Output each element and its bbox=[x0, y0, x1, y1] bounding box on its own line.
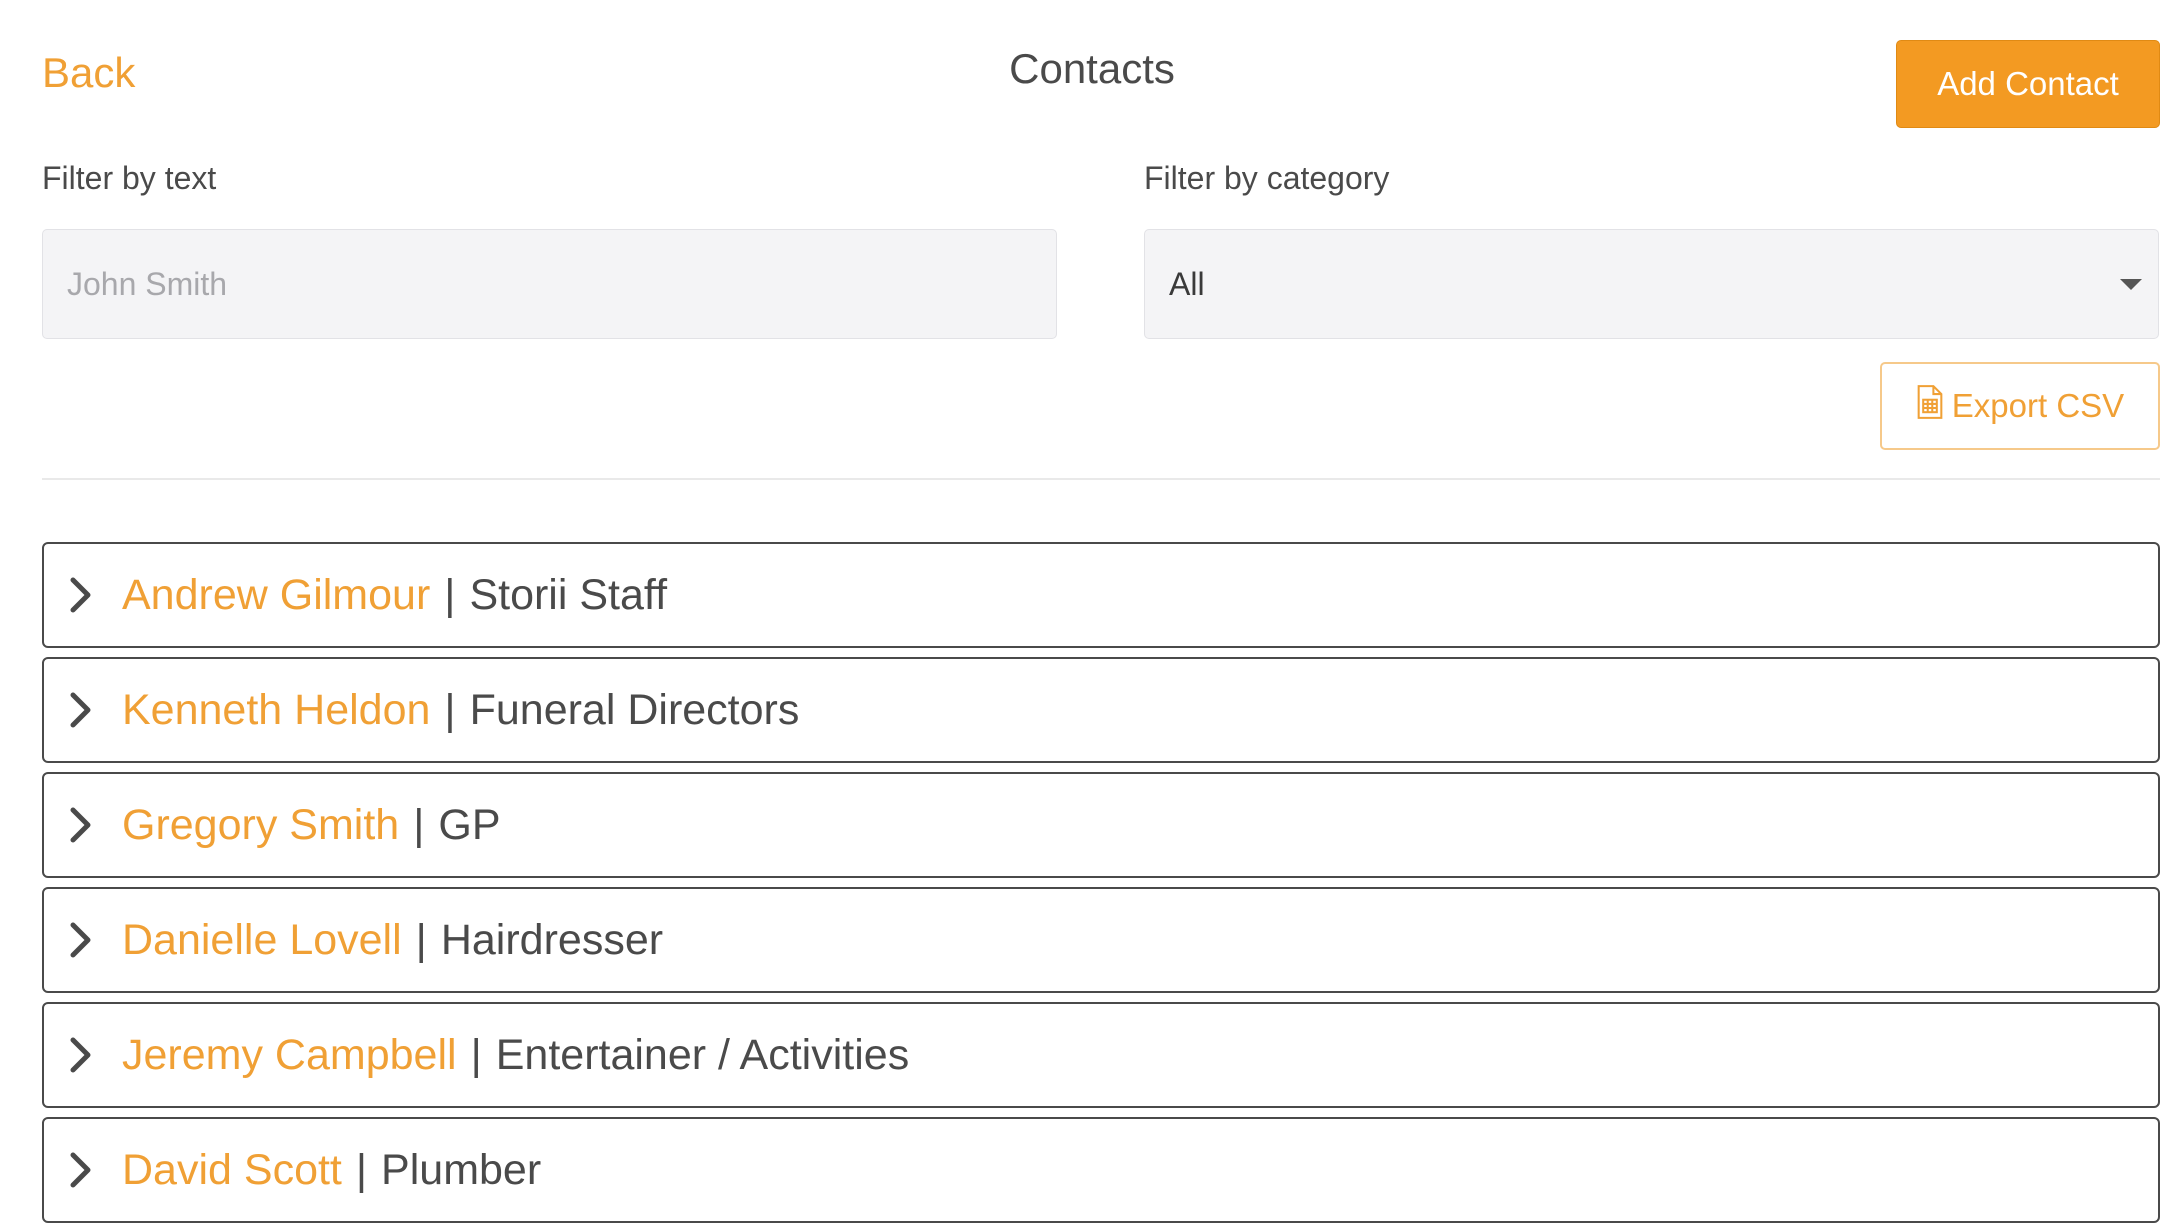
separator: | bbox=[355, 1145, 368, 1194]
contact-list: Andrew Gilmour | Storii Staff Kenneth He… bbox=[42, 542, 2160, 1224]
chevron-right-icon[interactable] bbox=[66, 805, 96, 845]
contact-row[interactable]: Kenneth Heldon | Funeral Directors bbox=[42, 657, 2160, 763]
contact-category: Funeral Directors bbox=[469, 685, 800, 734]
contact-category: Plumber bbox=[381, 1145, 542, 1194]
chevron-right-icon[interactable] bbox=[66, 575, 96, 615]
contact-row[interactable]: Jeremy Campbell | Entertainer / Activiti… bbox=[42, 1002, 2160, 1108]
filter-text-input[interactable] bbox=[42, 229, 1057, 339]
filter-text-label: Filter by text bbox=[42, 160, 217, 196]
caret-down-icon bbox=[2120, 279, 2142, 290]
chevron-right-icon[interactable] bbox=[66, 1035, 96, 1075]
contact-name[interactable]: Jeremy Campbell bbox=[122, 1031, 457, 1080]
contacts-page: Back Contacts Add Contact Filter by text… bbox=[0, 0, 2184, 1224]
contact-category: GP bbox=[438, 800, 501, 849]
contact-name[interactable]: Danielle Lovell bbox=[122, 916, 402, 965]
chevron-right-icon[interactable] bbox=[66, 690, 96, 730]
contact-row[interactable]: David Scott | Plumber bbox=[42, 1117, 2160, 1223]
page-title: Contacts bbox=[1009, 45, 1175, 92]
export-csv-button[interactable]: Export CSV bbox=[1880, 362, 2160, 450]
separator: | bbox=[444, 685, 456, 734]
contact-category: Hairdresser bbox=[440, 915, 664, 964]
contact-name[interactable]: Gregory Smith bbox=[122, 801, 399, 850]
separator: | bbox=[413, 800, 425, 849]
file-spreadsheet-icon bbox=[1916, 385, 1944, 427]
contact-name[interactable]: David Scott bbox=[122, 1146, 342, 1195]
add-contact-button[interactable]: Add Contact bbox=[1896, 40, 2160, 128]
separator: | bbox=[444, 570, 456, 619]
contact-row[interactable]: Gregory Smith | GP bbox=[42, 772, 2160, 878]
contact-row[interactable]: Danielle Lovell | Hairdresser bbox=[42, 887, 2160, 993]
export-csv-label: Export CSV bbox=[1951, 387, 2125, 424]
separator: | bbox=[470, 1030, 482, 1079]
contact-category: Storii Staff bbox=[469, 570, 668, 619]
contact-row[interactable]: Andrew Gilmour | Storii Staff bbox=[42, 542, 2160, 648]
contact-category: Entertainer / Activities bbox=[495, 1030, 910, 1079]
contact-name[interactable]: Kenneth Heldon bbox=[122, 686, 430, 735]
separator: | bbox=[415, 915, 427, 964]
contact-name[interactable]: Andrew Gilmour bbox=[122, 571, 430, 620]
chevron-right-icon[interactable] bbox=[66, 920, 96, 960]
chevron-right-icon[interactable] bbox=[66, 1150, 96, 1190]
divider bbox=[42, 478, 2160, 480]
filter-category-select[interactable]: All bbox=[1144, 229, 2159, 339]
filter-category-label: Filter by category bbox=[1144, 160, 1390, 196]
filter-category-value: All bbox=[1169, 265, 1205, 302]
